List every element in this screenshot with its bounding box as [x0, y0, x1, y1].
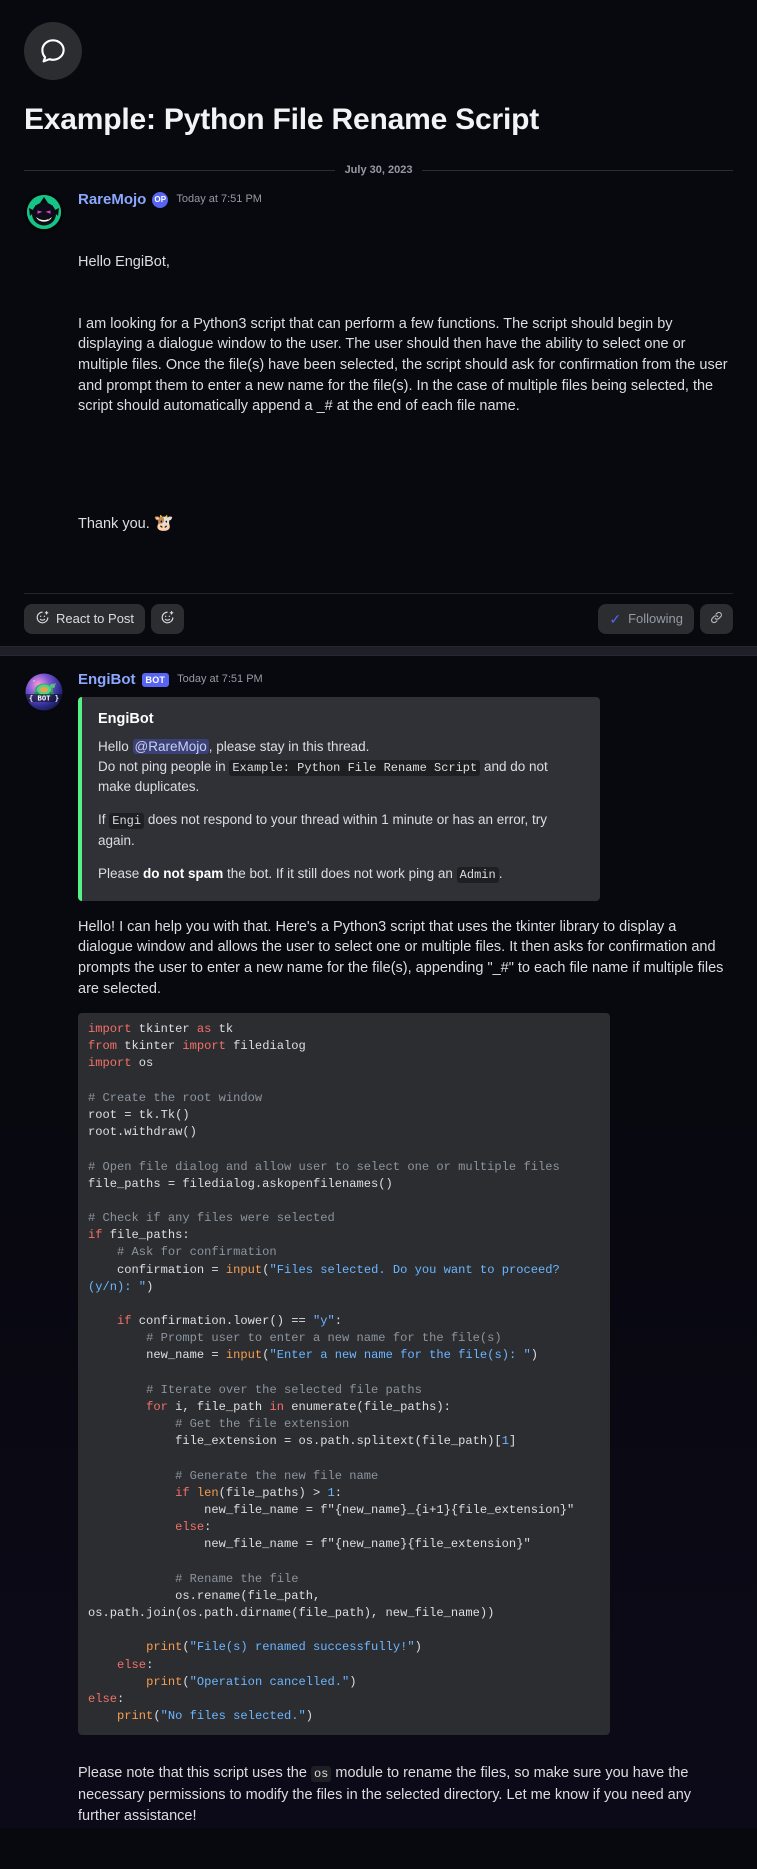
embed-line3-post: does not respond to your thread within 1…: [98, 812, 548, 848]
thread-name-code: Example: Python File Rename Script: [229, 759, 481, 776]
code-block[interactable]: import tkinter as tk from tkinter import…: [78, 1013, 610, 1736]
post-paragraph: I am looking for a Python3 script that c…: [78, 315, 732, 415]
date-divider: July 30, 2023: [24, 164, 734, 176]
post-separator: [0, 645, 757, 656]
link-icon: [709, 610, 724, 628]
embed-line1-pre: Hello: [98, 738, 133, 754]
react-to-post-label: React to Post: [56, 611, 135, 627]
op-badge: OP: [152, 192, 169, 208]
embed-title: EngiBot: [98, 710, 154, 727]
post-timestamp: Today at 7:51 PM: [177, 673, 263, 686]
divider-rule-left: [24, 169, 335, 171]
embed-line-4: Please do not spam the bot. If it still …: [98, 864, 584, 884]
cow-emoji: 🐮: [153, 515, 174, 533]
avatar[interactable]: [24, 192, 64, 232]
embed-line-3: If Engi does not respond to your thread …: [98, 810, 584, 850]
svg-text:{ BOT }: { BOT }: [29, 693, 59, 702]
post-engibot: { BOT } EngiBot BOT Today at 7:51 PM Eng…: [0, 656, 757, 1828]
embed-line-2: Do not ping people in Example: Python Fi…: [98, 757, 584, 797]
user-mention[interactable]: @RareMojo: [132, 738, 209, 754]
post-action-bar: React to Post ✓ Following: [24, 592, 733, 634]
outro-pre: Please note that this script uses the: [78, 1765, 311, 1782]
embed-gap-2: [98, 850, 584, 864]
bot-notice-embed: EngiBot Hello @RareMojo, please stay in …: [78, 696, 600, 901]
post-closing: Thank you. 🐮: [78, 513, 733, 536]
do-not-spam-emphasis: do not spam: [143, 866, 224, 882]
check-icon: ✓: [609, 610, 622, 627]
post-timestamp: Today at 7:51 PM: [176, 193, 262, 206]
admin-code: Admin: [456, 867, 499, 884]
embed-gap-1: [98, 796, 584, 810]
code-content: import tkinter as tk from tkinter import…: [88, 1022, 575, 1724]
post-raremojo: RareMojo OP Today at 7:51 PM Hello EngiB…: [0, 176, 757, 577]
author-name[interactable]: RareMojo: [78, 191, 146, 209]
embed-line4-mid: the bot. If it still does not work ping …: [223, 866, 457, 882]
embed-line4-pre: Please: [98, 866, 144, 882]
post-greeting: Hello EngiBot,: [78, 254, 170, 271]
divider-rule-right: [422, 169, 734, 171]
add-reaction-icon: [35, 610, 50, 628]
post-closing-text: Thank you.: [78, 516, 150, 533]
thread-header: Example: Python File Rename Script: [0, 0, 757, 138]
embed-line2-pre: Do not ping people in: [98, 758, 230, 774]
bot-badge: BOT: [141, 672, 170, 687]
embed-line4-post: .: [498, 866, 503, 882]
following-label: Following: [628, 611, 683, 627]
author-name[interactable]: EngiBot: [78, 671, 136, 689]
following-button[interactable]: ✓ Following: [598, 603, 694, 634]
react-to-post-button[interactable]: React to Post: [24, 603, 146, 634]
bot-reply-intro: Hello! I can help you with that. Here's …: [78, 918, 728, 997]
emoji-plus-icon: [160, 610, 175, 628]
avatar[interactable]: { BOT }: [24, 671, 64, 712]
bot-reply-outro: Please note that this script uses the os…: [78, 1763, 733, 1827]
speech-bubble-icon: [24, 22, 82, 80]
add-reaction-button[interactable]: [151, 603, 185, 634]
post-header: RareMojo OP Today at 7:51 PM: [78, 191, 733, 209]
engi-code: Engi: [109, 813, 145, 830]
date-divider-label: July 30, 2023: [344, 164, 413, 176]
os-module-code: os: [310, 1766, 332, 1783]
post-header: EngiBot BOT Today at 7:51 PM: [78, 671, 733, 689]
thread-page: Example: Python File Rename Script July …: [0, 0, 757, 1828]
post-content: Hello EngiBot, I am looking for a Python…: [78, 211, 733, 577]
embed-line3-pre: If: [98, 812, 110, 828]
post-body: EngiBot BOT Today at 7:51 PM EngiBot Hel…: [78, 670, 733, 1828]
embed-line-1: Hello @RareMojo, please stay in this thr…: [98, 737, 584, 757]
page-title: Example: Python File Rename Script: [24, 103, 540, 136]
copy-link-button[interactable]: [700, 603, 733, 634]
embed-line1-post: , please stay in this thread.: [208, 738, 370, 754]
post-body: RareMojo OP Today at 7:51 PM Hello EngiB…: [78, 190, 733, 577]
